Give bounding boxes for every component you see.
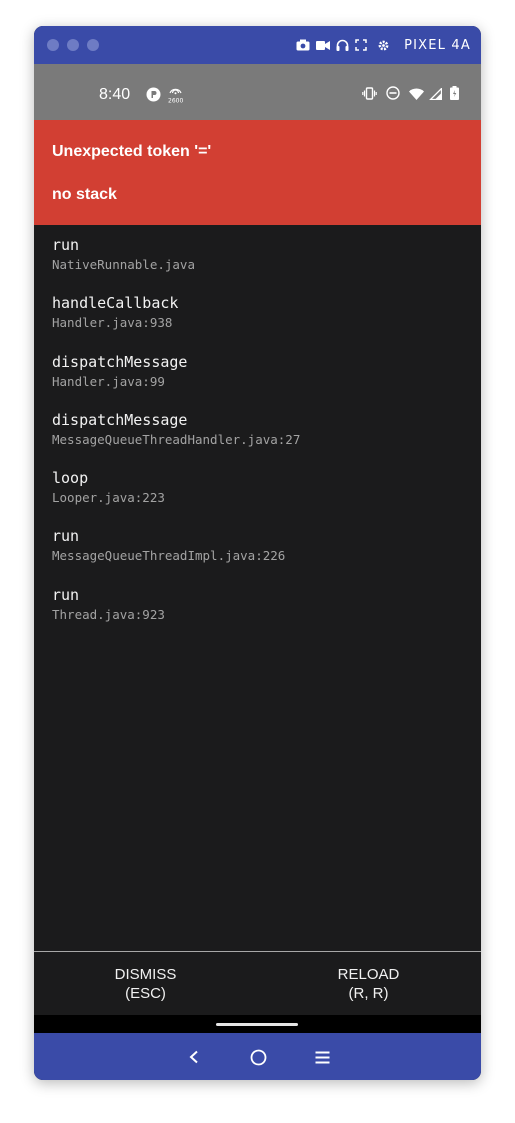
reload-button[interactable]: RELOAD (R, R) [257, 952, 480, 1015]
stack-frame-function: loop [52, 469, 89, 488]
stack-frame[interactable]: run Thread.java:923 [52, 585, 472, 643]
stack-frame[interactable]: run NativeRunnable.java [52, 235, 472, 293]
signal-icon [428, 86, 443, 105]
stack-frame-file: Looper.java:223 [52, 490, 165, 506]
do-not-disturb-icon [386, 86, 400, 105]
battery-icon [450, 86, 459, 105]
window-minimize-dot[interactable] [67, 39, 79, 51]
stack-frame[interactable]: loop Looper.java:223 [52, 468, 472, 526]
error-subtitle: no stack [52, 186, 117, 203]
emulator-window: PIXEL 4A 8:40 2600 Unexpected token '=' … [34, 26, 481, 1080]
stack-frame-file: NativeRunnable.java [52, 257, 195, 272]
svg-text:2600: 2600 [168, 98, 183, 104]
camera-icon[interactable] [296, 39, 310, 51]
error-header: Unexpected token '=' no stack [34, 120, 481, 225]
reload-shortcut: (R, R) [348, 984, 389, 1002]
window-zoom-dot[interactable] [87, 39, 99, 51]
stack-frame-file: Handler.java:938 [52, 315, 173, 331]
dismiss-shortcut: (ESC) [125, 984, 166, 1002]
hotspot-icon: 2600 [167, 86, 184, 108]
stack-frame-file: MessageQueueThreadHandler.java:27 [52, 431, 301, 447]
stack-frame[interactable]: dispatchMessage MessageQueueThreadHandle… [52, 410, 472, 468]
home-icon[interactable] [246, 1045, 270, 1069]
status-time: 8:40 [99, 86, 131, 103]
fullscreen-icon[interactable] [355, 39, 367, 51]
wifi-icon [409, 87, 424, 105]
video-icon[interactable] [316, 40, 331, 51]
gesture-handle[interactable] [216, 1023, 298, 1026]
stack-frame-file: Thread.java:923 [52, 606, 165, 622]
stack-frame[interactable]: handleCallback Handler.java:938 [52, 293, 472, 351]
error-title: Unexpected token '=' [52, 143, 212, 160]
status-bar: 8:40 2600 [34, 64, 481, 120]
reload-label: RELOAD [337, 965, 400, 983]
stack-frame-function: dispatchMessage [52, 410, 188, 429]
stack-frame-function: run [52, 236, 80, 254]
stack-frame-file: Handler.java:99 [52, 373, 165, 389]
app-notification-icon [146, 87, 161, 107]
stack-frame[interactable]: dispatchMessage Handler.java:99 [52, 352, 472, 410]
stack-frame-function: dispatchMessage [52, 352, 188, 371]
stack-frame[interactable]: run MessageQueueThreadImpl.java:226 [52, 526, 472, 584]
dismiss-label: DISMISS [114, 965, 177, 983]
back-icon[interactable] [182, 1045, 206, 1069]
stack-frame-function: handleCallback [52, 294, 179, 313]
stack-frame-file: MessageQueueThreadImpl.java:226 [52, 548, 286, 564]
dismiss-button[interactable]: DISMISS (ESC) [34, 952, 257, 1015]
action-bar: DISMISS (ESC) RELOAD (R, R) [34, 952, 481, 1015]
emulator-nav-bar [34, 1033, 481, 1080]
stack-trace-list: run NativeRunnable.java handleCallback H… [52, 235, 472, 643]
settings-icon[interactable] [377, 39, 390, 52]
device-name: PIXEL 4A [404, 37, 471, 53]
menu-icon[interactable] [310, 1045, 334, 1069]
stack-frame-function: run [52, 527, 80, 546]
emulator-toolbar: PIXEL 4A [34, 26, 481, 64]
window-close-dot[interactable] [47, 39, 59, 51]
stack-frame-function: run [52, 585, 80, 604]
headphones-icon[interactable] [336, 39, 349, 51]
gesture-bar [34, 1015, 481, 1033]
vibrate-icon [362, 86, 377, 105]
